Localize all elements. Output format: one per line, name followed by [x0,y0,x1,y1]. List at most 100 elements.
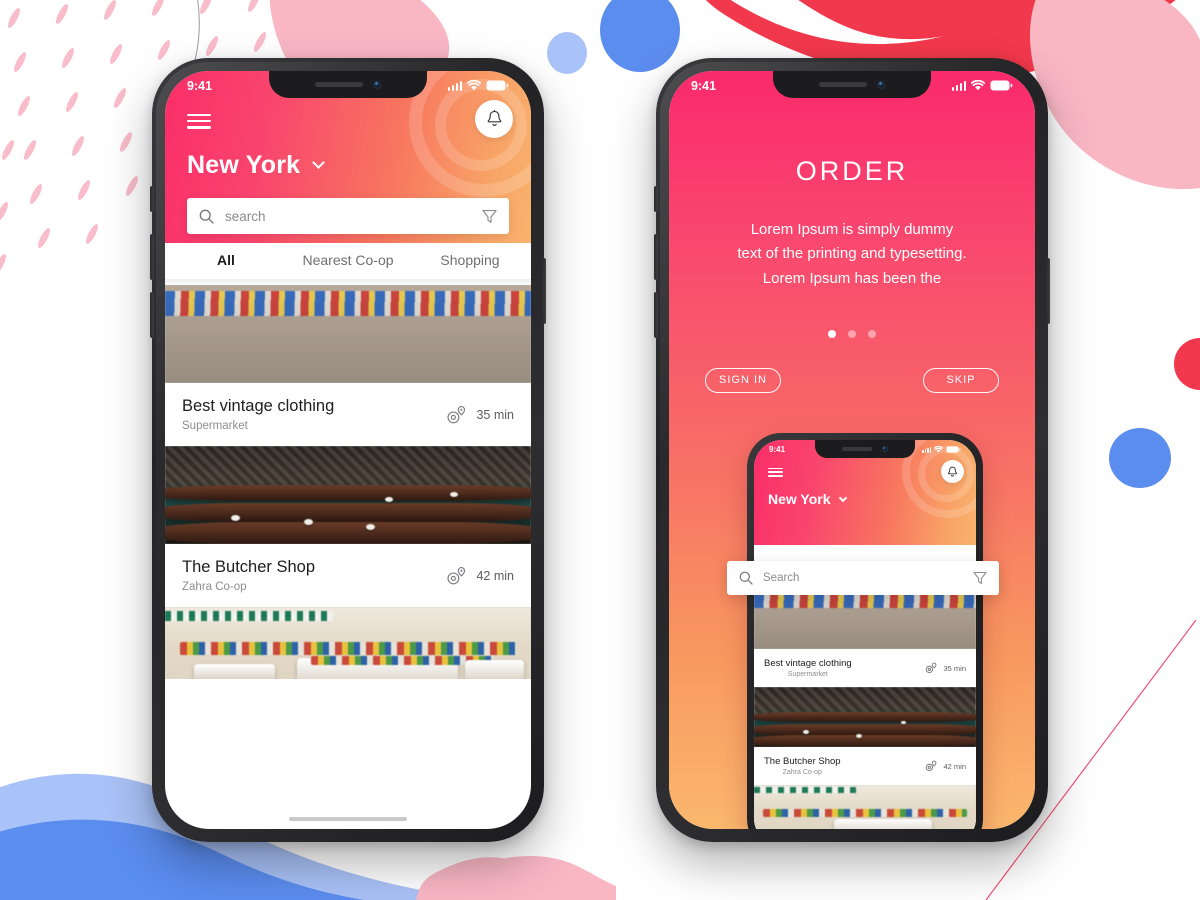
search-icon [739,571,753,585]
notification-bell-button[interactable] [475,100,513,138]
location-pin-icon [447,405,466,423]
photo-detail [754,712,976,722]
photo-detail [856,733,863,738]
onboarding-body-line: text of the printing and typesetting. [737,245,967,263]
volume-up-button[interactable] [654,234,658,280]
phone-list-viewport: 9:41 New York search All Nearest Co-op S… [165,71,531,829]
battery-icon [486,80,509,91]
inner-search-input[interactable]: Search [727,561,999,595]
volume-up-button[interactable] [150,234,154,280]
skip-button[interactable]: SKIP [923,367,999,393]
phone-list-screen: 9:41 New York search All Nearest Co-op S… [150,58,546,842]
sign-in-label: SIGN IN [719,374,767,387]
pagination-dot-active[interactable] [828,329,836,338]
place-time: 42 min [943,761,966,771]
tab-nearest-coop-label: Nearest Co-op [302,252,394,268]
photo-detail [194,663,275,679]
place-time: 35 min [943,663,966,673]
hamburger-menu-icon[interactable] [768,467,783,477]
filter-icon[interactable] [973,571,987,585]
photo-detail [900,720,906,725]
signal-bars-icon [951,80,966,91]
hamburger-menu-icon[interactable] [187,113,211,129]
mute-switch[interactable] [654,186,658,212]
inner-front-camera [882,446,888,452]
inner-status-time: 9:41 [769,445,786,454]
list-item[interactable]: The Fishery Zahra Co-op 35 min [165,607,531,679]
photo-detail [754,687,976,715]
location-pin-icon [447,566,466,584]
photo-detail [754,735,976,747]
place-distance: 42 min [446,566,514,586]
photo-detail [165,522,531,544]
pink-blob-bottom-2 [416,857,554,900]
inner-notch [815,440,915,458]
blue-circle-top [600,0,680,72]
pagination-dot[interactable] [848,329,856,338]
mute-switch[interactable] [150,186,154,212]
light-blue-circle-top [547,32,587,74]
sign-in-button[interactable]: SIGN IN [705,367,781,393]
filter-icon[interactable] [482,209,497,224]
red-half-circle-right-2 [1176,338,1200,390]
place-distance: 35 min [446,405,514,425]
place-text: Best vintage clothing Supermarket [764,658,852,678]
list-item[interactable]: Best vintage clothing Supermarket 35 min [165,285,531,446]
grocery-market-photo [165,607,531,679]
pagination-dot[interactable] [868,329,876,338]
phone-onboarding-viewport: 9:41 ORDER Lorem Ipsum is simply dummy t… [669,71,1035,829]
location-pin-icon [926,760,937,772]
wifi-icon [971,80,985,91]
onboarding-content: 9:41 ORDER Lorem Ipsum is simply dummy t… [669,71,1035,829]
place-photo [165,607,531,679]
earpiece-speaker [819,82,867,87]
pagination-dots[interactable] [669,329,1035,338]
notch [269,71,427,98]
place-info: The Butcher Shop Zahra Co-op 42 min [165,544,531,607]
photo-detail [754,787,857,794]
search-input[interactable]: search [187,198,509,234]
place-subtitle: Zahra Co-op [782,769,822,776]
search-input-value: search [225,208,266,224]
volume-down-button[interactable] [654,292,658,338]
notch [773,71,931,98]
place-subtitle: Supermarket [787,671,828,678]
place-photo [165,446,531,544]
onboarding-body-line: Lorem Ipsum has been the [762,269,942,287]
vintage-clothing-store-photo [754,589,976,649]
red-half-circle-right [1174,338,1200,390]
pink-blob-top-right [1030,0,1200,190]
tab-all-label: All [217,252,235,268]
search-icon [199,209,214,224]
volume-down-button[interactable] [150,292,154,338]
list-item[interactable]: The Butcher Shop Zahra Co-op 42 min [165,446,531,607]
wifi-icon [934,446,943,453]
home-indicator[interactable] [289,816,407,821]
list-item[interactable]: The Butcher Shop Zahra Co-op 42 min [754,687,976,785]
place-list[interactable]: Best vintage clothing Supermarket 35 min [165,285,531,679]
status-icons [951,80,1014,91]
battery-icon [946,446,961,453]
place-text: The Butcher Shop Zahra Co-op [182,558,315,593]
place-info: The Butcher Shop Zahra Co-op 42 min [754,747,976,785]
list-item[interactable]: Best vintage clothing Supermarket 35 min [754,589,976,687]
cafe-counter-photo [754,687,976,747]
power-button[interactable] [1046,258,1050,324]
cafe-counter-photo [165,446,531,544]
inner-city-label: New York [768,491,831,507]
photo-detail [165,502,531,523]
photo-detail [384,496,393,502]
inner-place-list[interactable]: Best vintage clothing Supermarket 35 min… [754,589,976,829]
photo-detail [165,485,531,501]
place-title: The Butcher Shop [182,558,315,576]
notification-bell-button[interactable] [941,460,964,483]
red-blob-top [798,0,1038,40]
inner-earpiece-speaker [842,447,872,451]
power-button[interactable] [542,258,546,324]
status-time: 9:41 [691,78,717,93]
place-photo [165,285,531,383]
place-title: Best vintage clothing [764,658,852,669]
blue-circle-right [1109,428,1171,488]
status-time: 9:41 [187,78,213,93]
list-item[interactable] [754,785,976,829]
